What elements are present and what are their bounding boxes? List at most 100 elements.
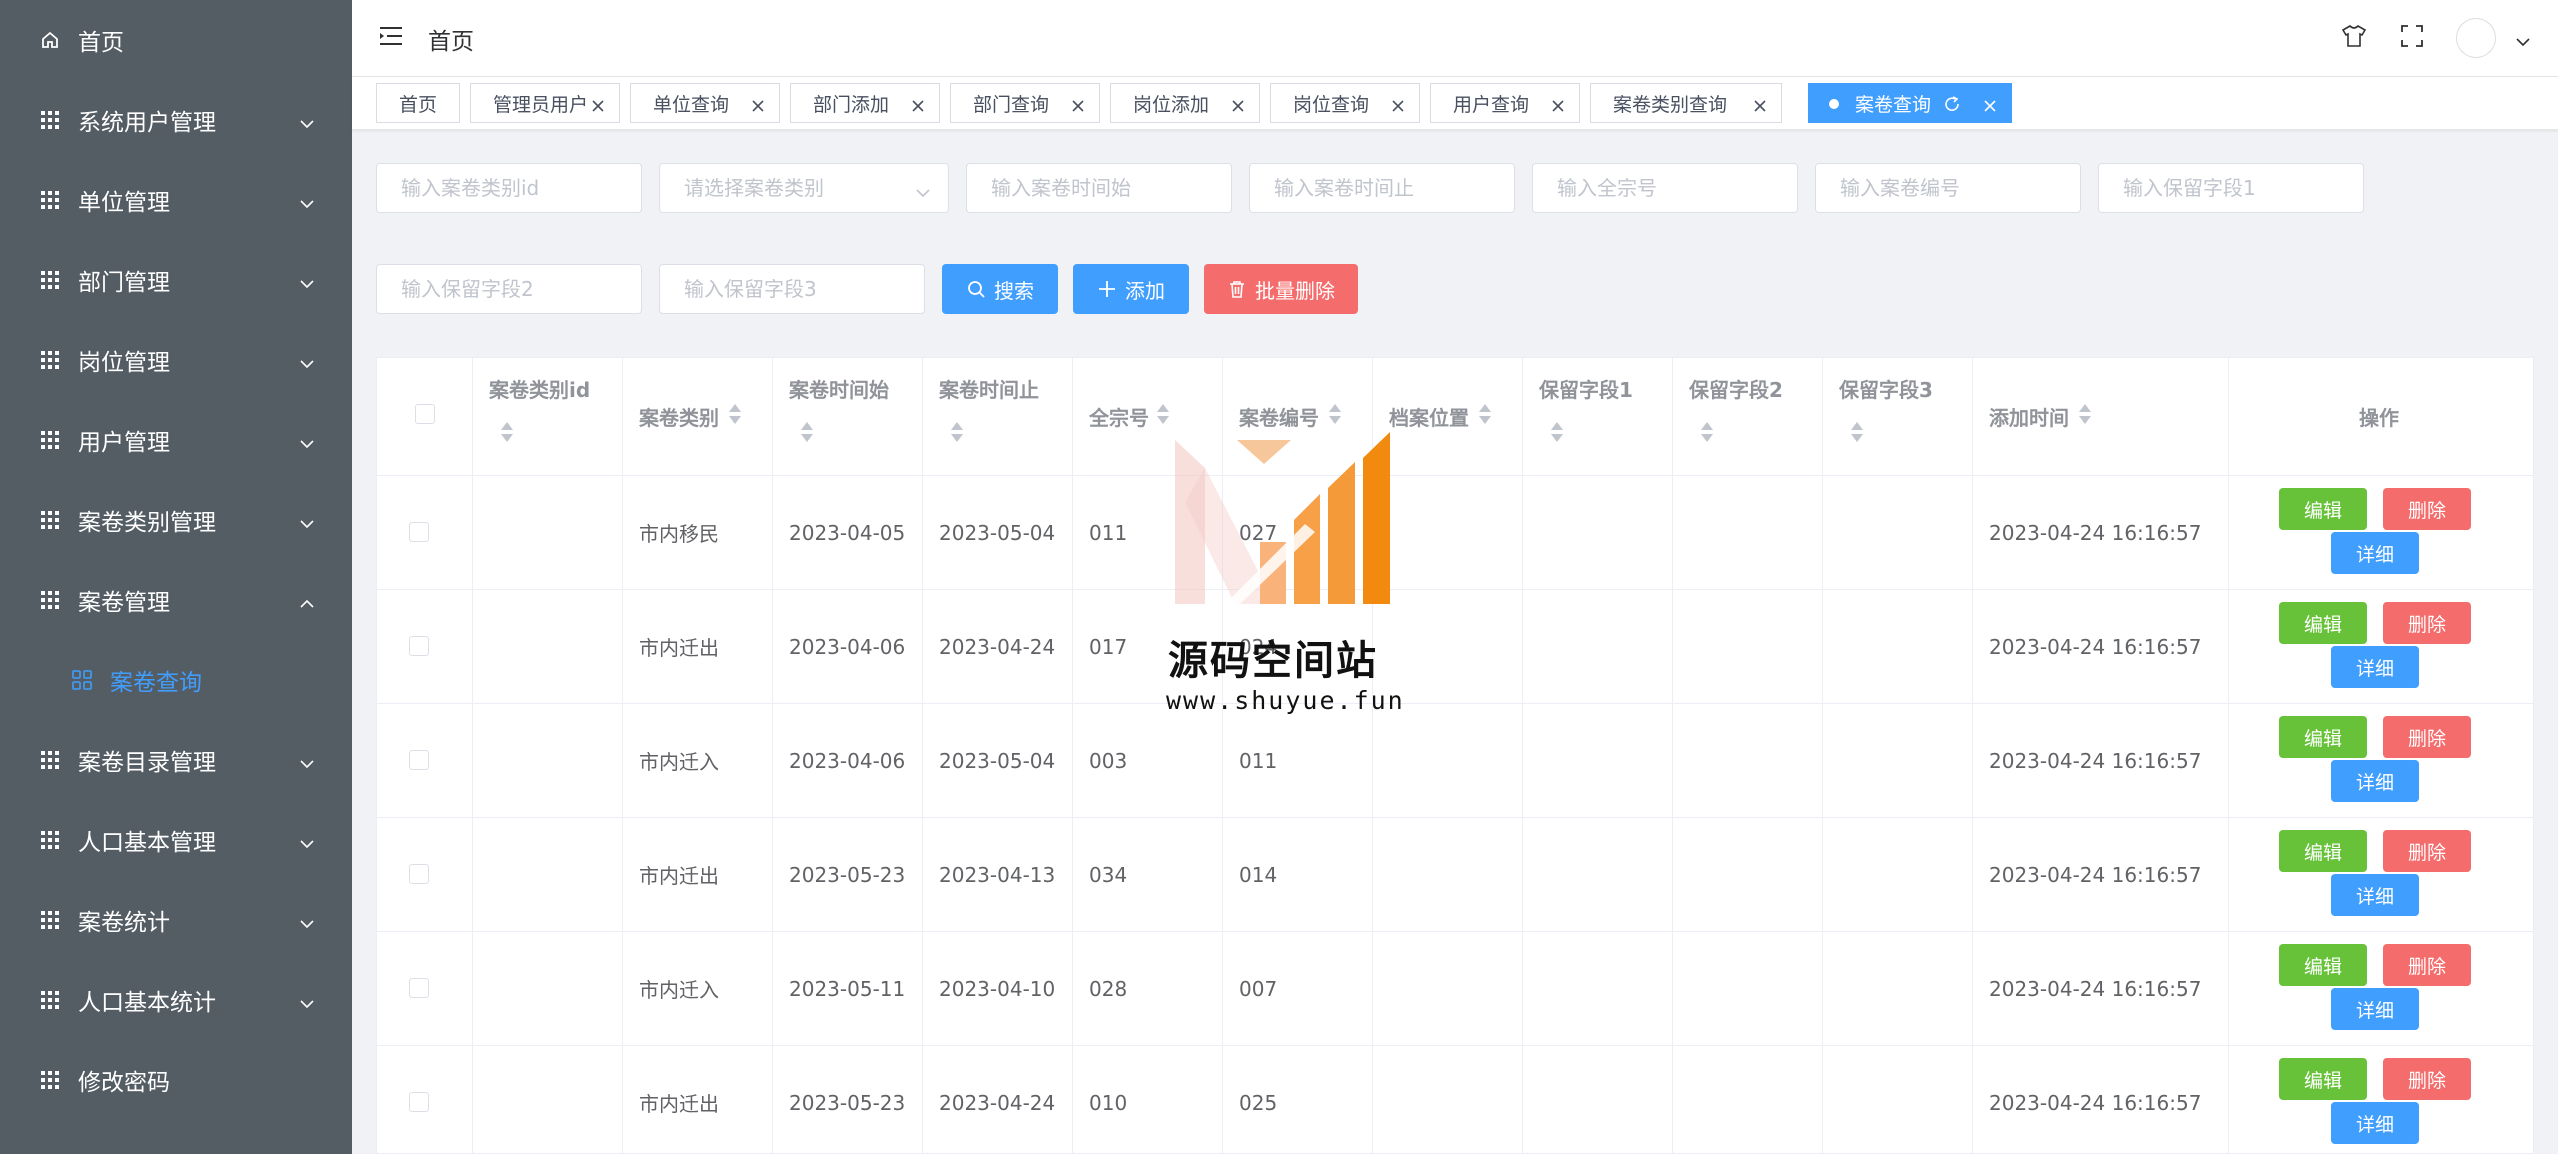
batch-delete-button[interactable]: 批量删除 xyxy=(1204,264,1358,314)
delete-button[interactable]: 删除 xyxy=(2383,1058,2471,1100)
reserved-1-input[interactable] xyxy=(2098,163,2364,213)
reserved-3-field[interactable] xyxy=(660,265,924,313)
tag-user-query[interactable]: 用户查询 xyxy=(1430,83,1580,123)
sort-icon[interactable] xyxy=(1699,420,1715,444)
sort-icon[interactable] xyxy=(1549,420,1565,444)
edit-button[interactable]: 编辑 xyxy=(2279,830,2367,872)
close-icon[interactable] xyxy=(1551,96,1565,112)
fullscreen-icon[interactable] xyxy=(2398,22,2426,50)
close-icon[interactable] xyxy=(1071,96,1085,112)
table-header-start-time[interactable]: 案卷时间始 xyxy=(773,358,923,476)
search-button[interactable]: 搜索 xyxy=(942,264,1058,314)
table-header-reserved-2[interactable]: 保留字段2 xyxy=(1673,358,1823,476)
close-icon[interactable] xyxy=(1231,96,1245,112)
tag-position-query[interactable]: 岗位查询 xyxy=(1270,83,1420,123)
end-time-field[interactable] xyxy=(1250,164,1514,212)
sort-icon[interactable] xyxy=(727,402,743,426)
detail-button[interactable]: 详细 xyxy=(2331,646,2419,688)
row-checkbox[interactable] xyxy=(409,1092,429,1112)
tag-file-category-query[interactable]: 案卷类别查询 xyxy=(1590,83,1782,123)
table-header-reserved-1[interactable]: 保留字段1 xyxy=(1523,358,1673,476)
sort-icon[interactable] xyxy=(499,420,515,444)
sidebar-item-users[interactable]: 用户管理 xyxy=(0,400,352,480)
category-select[interactable] xyxy=(659,163,949,213)
table-header-category-id[interactable]: 案卷类别id xyxy=(473,358,623,476)
delete-button[interactable]: 删除 xyxy=(2383,944,2471,986)
sort-icon[interactable] xyxy=(1155,402,1171,426)
delete-button[interactable]: 删除 xyxy=(2383,716,2471,758)
row-checkbox[interactable] xyxy=(409,864,429,884)
file-number-field[interactable] xyxy=(1816,164,2080,212)
sidebar-item-units[interactable]: 单位管理 xyxy=(0,160,352,240)
tag-position-add[interactable]: 岗位添加 xyxy=(1110,83,1260,123)
delete-button[interactable]: 删除 xyxy=(2383,830,2471,872)
sort-icon[interactable] xyxy=(799,420,815,444)
breadcrumb[interactable]: 首页 xyxy=(428,22,474,56)
table-header-reserved-3[interactable]: 保留字段3 xyxy=(1823,358,1973,476)
fonds-number-input[interactable] xyxy=(1532,163,1798,213)
fonds-number-field[interactable] xyxy=(1533,164,1797,212)
row-checkbox[interactable] xyxy=(409,750,429,770)
reserved-3-input[interactable] xyxy=(659,264,925,314)
tag-home[interactable]: 首页 xyxy=(376,83,460,123)
avatar[interactable] xyxy=(2456,18,2496,58)
edit-button[interactable]: 编辑 xyxy=(2279,1058,2367,1100)
sidebar-item-change-password[interactable]: 修改密码 xyxy=(0,1040,352,1120)
detail-button[interactable]: 详细 xyxy=(2331,874,2419,916)
close-icon[interactable] xyxy=(911,96,925,112)
close-icon[interactable] xyxy=(751,96,765,112)
table-header-added-time[interactable]: 添加时间 xyxy=(1973,358,2229,476)
edit-button[interactable]: 编辑 xyxy=(2279,716,2367,758)
tshirt-icon[interactable] xyxy=(2340,22,2368,50)
close-icon[interactable] xyxy=(1983,96,1997,112)
table-header-end-time[interactable]: 案卷时间止 xyxy=(923,358,1073,476)
sort-icon[interactable] xyxy=(1849,420,1865,444)
tag-unit-query[interactable]: 单位查询 xyxy=(630,83,780,123)
delete-button[interactable]: 删除 xyxy=(2383,602,2471,644)
sort-icon[interactable] xyxy=(1477,402,1493,426)
detail-button[interactable]: 详细 xyxy=(2331,1102,2419,1144)
add-button[interactable]: 添加 xyxy=(1073,264,1189,314)
delete-button[interactable]: 删除 xyxy=(2383,488,2471,530)
table-header-category[interactable]: 案卷类别 xyxy=(623,358,773,476)
close-icon[interactable] xyxy=(1753,96,1767,112)
refresh-icon[interactable] xyxy=(1943,95,1961,113)
edit-button[interactable]: 编辑 xyxy=(2279,602,2367,644)
file-number-input[interactable] xyxy=(1815,163,2081,213)
start-time-input[interactable] xyxy=(966,163,1232,213)
close-icon[interactable] xyxy=(591,96,605,112)
tag-admin-users[interactable]: 管理员用户 xyxy=(470,83,620,123)
row-checkbox[interactable] xyxy=(409,522,429,542)
detail-button[interactable]: 详细 xyxy=(2331,988,2419,1030)
tag-dept-add[interactable]: 部门添加 xyxy=(790,83,940,123)
sidebar-item-population-stats[interactable]: 人口基本统计 xyxy=(0,960,352,1040)
sidebar-item-home[interactable]: 首页 xyxy=(0,0,352,80)
row-checkbox[interactable] xyxy=(409,978,429,998)
reserved-2-input[interactable] xyxy=(376,264,642,314)
reserved-1-field[interactable] xyxy=(2099,164,2363,212)
sidebar-item-file-stats[interactable]: 案卷统计 xyxy=(0,880,352,960)
chevron-down-icon[interactable] xyxy=(2516,32,2530,47)
sort-icon[interactable] xyxy=(1327,402,1343,426)
sort-icon[interactable] xyxy=(949,420,965,444)
sidebar-item-positions[interactable]: 岗位管理 xyxy=(0,320,352,400)
tag-dept-query[interactable]: 部门查询 xyxy=(950,83,1100,123)
table-header-location[interactable]: 档案位置 xyxy=(1373,358,1523,476)
category-select-field[interactable] xyxy=(660,164,948,212)
edit-button[interactable]: 编辑 xyxy=(2279,944,2367,986)
tag-file-query[interactable]: 案卷查询 xyxy=(1808,83,2012,123)
sidebar-item-population[interactable]: 人口基本管理 xyxy=(0,800,352,880)
sidebar-item-file-categories[interactable]: 案卷类别管理 xyxy=(0,480,352,560)
detail-button[interactable]: 详细 xyxy=(2331,760,2419,802)
sidebar-item-system-users[interactable]: 系统用户管理 xyxy=(0,80,352,160)
row-checkbox[interactable] xyxy=(409,636,429,656)
sidebar-item-files[interactable]: 案卷管理 xyxy=(0,560,352,640)
sidebar-item-departments[interactable]: 部门管理 xyxy=(0,240,352,320)
sidebar-item-file-catalog[interactable]: 案卷目录管理 xyxy=(0,720,352,800)
detail-button[interactable]: 详细 xyxy=(2331,532,2419,574)
sort-icon[interactable] xyxy=(2077,402,2093,426)
category-id-input[interactable] xyxy=(376,163,642,213)
sidebar-subitem-file-query[interactable]: 案卷查询 xyxy=(0,640,352,720)
start-time-field[interactable] xyxy=(967,164,1231,212)
reserved-2-field[interactable] xyxy=(377,265,641,313)
